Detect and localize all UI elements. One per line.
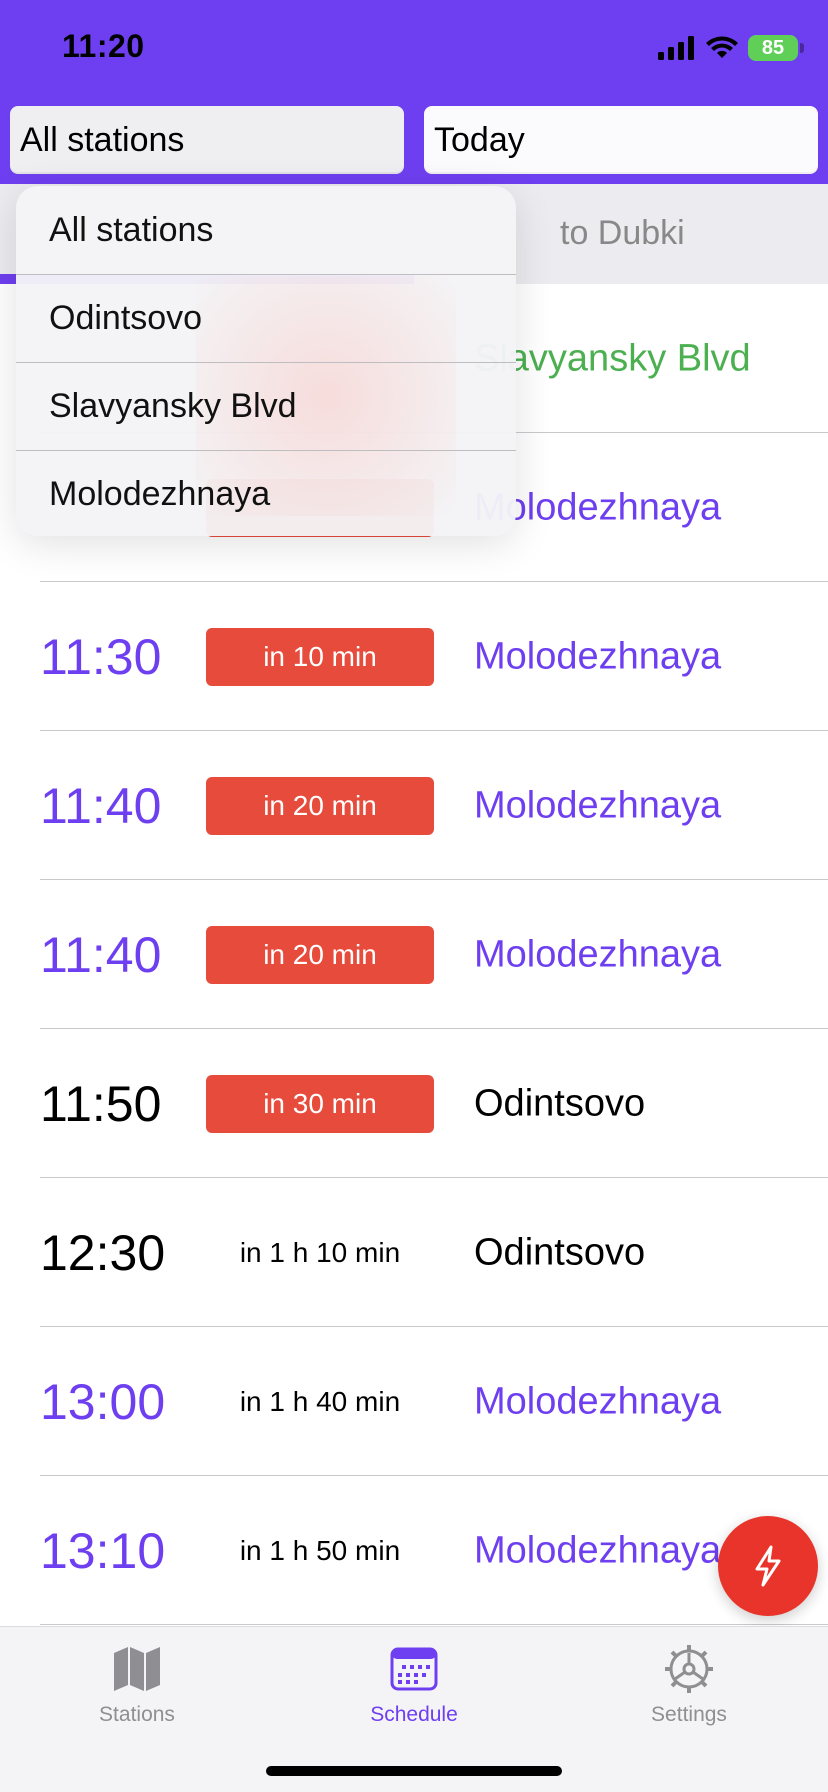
signal-icon bbox=[658, 36, 694, 60]
countdown-badge: in 1 h 40 min bbox=[239, 1385, 401, 1417]
departure-time: 13:00 bbox=[40, 1373, 166, 1430]
departure-time: 11:50 bbox=[40, 1075, 162, 1132]
tab-to-dubki[interactable]: to Dubki bbox=[560, 214, 685, 253]
day-selector[interactable]: Today bbox=[424, 106, 818, 174]
tab-settings[interactable]: Settings bbox=[609, 1641, 769, 1727]
day-selector-value: Today bbox=[434, 120, 525, 159]
battery-level: 85 bbox=[761, 36, 785, 59]
row-divider bbox=[40, 1624, 828, 1625]
calendar-icon bbox=[390, 1647, 438, 1691]
lightning-icon bbox=[755, 1545, 781, 1587]
countdown-badge: in 20 min bbox=[206, 925, 434, 984]
departure-time: 11:40 bbox=[40, 777, 162, 834]
station-selector-value: All stations bbox=[20, 120, 185, 159]
quick-action-button[interactable] bbox=[718, 1516, 818, 1616]
destination-label: Molodezhnaya bbox=[474, 1529, 722, 1571]
tab-schedule-label: Schedule bbox=[370, 1703, 458, 1726]
tab-stations[interactable]: Stations bbox=[57, 1641, 217, 1727]
map-icon bbox=[114, 1647, 160, 1691]
countdown-badge: in 30 min bbox=[206, 1074, 434, 1133]
schedule-row[interactable]: 11:50 in 30 min Odintsovo bbox=[0, 1029, 828, 1178]
countdown-badge: in 1 h 50 min bbox=[239, 1534, 401, 1566]
countdown-badge: in 20 min bbox=[206, 776, 434, 835]
countdown-badge: in 10 min bbox=[206, 627, 434, 686]
dropdown-option[interactable]: All stations bbox=[16, 186, 516, 274]
home-indicator bbox=[266, 1766, 562, 1776]
countdown-badge: in 1 h 10 min bbox=[239, 1236, 401, 1268]
gear-icon bbox=[665, 1645, 713, 1693]
destination-label: Molodezhnaya bbox=[474, 1380, 722, 1422]
dropdown-option[interactable]: Molodezhnaya bbox=[16, 450, 516, 536]
wifi-icon bbox=[706, 36, 738, 58]
schedule-row[interactable]: 12:30 in 1 h 10 min Odintsovo bbox=[0, 1178, 828, 1327]
destination-label: Odintsovo bbox=[474, 1231, 646, 1273]
dropdown-option[interactable]: Slavyansky Blvd bbox=[16, 362, 516, 450]
destination-label: Molodezhnaya bbox=[474, 635, 722, 677]
station-selector[interactable]: All stations bbox=[10, 106, 404, 174]
schedule-row[interactable]: 13:00 in 1 h 40 min Molodezhnaya bbox=[0, 1327, 828, 1476]
schedule-row[interactable]: 11:40 in 20 min Molodezhnaya bbox=[0, 880, 828, 1029]
destination-label: Molodezhnaya bbox=[474, 933, 722, 975]
schedule-row[interactable]: 11:30 in 10 min Molodezhnaya bbox=[0, 582, 828, 731]
destination-label: Odintsovo bbox=[474, 1082, 646, 1124]
tab-schedule[interactable]: Schedule bbox=[334, 1641, 494, 1727]
departure-time: 11:40 bbox=[40, 926, 162, 983]
departure-time: 11:30 bbox=[40, 628, 162, 685]
station-dropdown: All stations Odintsovo Slavyansky Blvd Molo… bbox=[16, 186, 516, 536]
status-time: 11:20 bbox=[62, 28, 145, 64]
departure-time: 13:10 bbox=[40, 1522, 166, 1579]
schedule-row[interactable]: 13:10 in 1 h 50 min Molodezhnaya bbox=[0, 1476, 828, 1625]
tab-settings-label: Settings bbox=[651, 1703, 727, 1726]
battery-icon: 85 bbox=[748, 35, 804, 61]
header-bar: 11:20 85 All stations Today bbox=[0, 0, 828, 184]
status-icons: 85 bbox=[658, 32, 804, 64]
schedule-row[interactable]: 11:40 in 20 min Molodezhnaya bbox=[0, 731, 828, 880]
tab-stations-label: Stations bbox=[99, 1703, 175, 1726]
dropdown-option[interactable]: Odintsovo bbox=[16, 274, 516, 362]
destination-label: Molodezhnaya bbox=[474, 784, 722, 826]
departure-time: 12:30 bbox=[40, 1224, 166, 1281]
